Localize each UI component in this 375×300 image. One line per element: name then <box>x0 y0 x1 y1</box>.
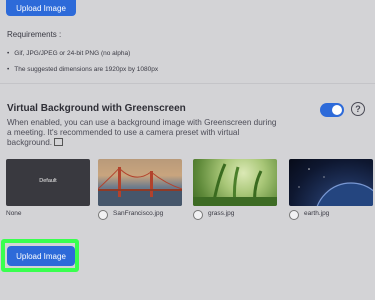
requirement-item: Gif, JPG/JPEG or 24-bit PNG (no alpha) <box>7 46 158 62</box>
requirement-item: The suggested dimensions are 1920px by 1… <box>7 62 158 78</box>
background-thumb-grass[interactable] <box>193 159 277 206</box>
thumb-label-none: None <box>6 210 22 217</box>
top-upload-image-button[interactable]: Upload Image <box>6 0 76 16</box>
background-thumb-default[interactable]: Default <box>6 159 90 206</box>
radio-earth[interactable] <box>289 210 299 220</box>
upload-image-button[interactable]: Upload Image <box>7 246 75 266</box>
toggle-knob <box>332 105 342 115</box>
default-caption: Default <box>39 178 57 184</box>
requirements-list: Gif, JPG/JPEG or 24-bit PNG (no alpha) T… <box>7 46 158 78</box>
radio-sanfrancisco[interactable] <box>98 210 108 220</box>
earth-illustration <box>298 168 373 206</box>
bridge-illustration <box>98 166 182 206</box>
requirements-title: Requirements : <box>7 30 62 39</box>
radio-grass[interactable] <box>193 210 203 220</box>
background-thumb-sanfrancisco[interactable] <box>98 159 182 206</box>
section-divider <box>0 83 375 84</box>
thumb-label-grass: grass.jpg <box>208 210 235 217</box>
camera-icon <box>54 138 64 146</box>
background-thumb-earth[interactable] <box>289 159 373 206</box>
thumb-label-earth: earth.jpg <box>304 210 330 217</box>
virtual-background-description: When enabled, you can use a background i… <box>7 118 277 147</box>
virtual-background-title: Virtual Background with Greenscreen <box>7 103 186 114</box>
greenscreen-toggle[interactable] <box>320 103 344 117</box>
question-icon[interactable]: ? <box>351 102 365 116</box>
grass-illustration <box>193 163 277 206</box>
thumb-label-sanfrancisco: SanFrancisco.jpg <box>113 210 164 217</box>
